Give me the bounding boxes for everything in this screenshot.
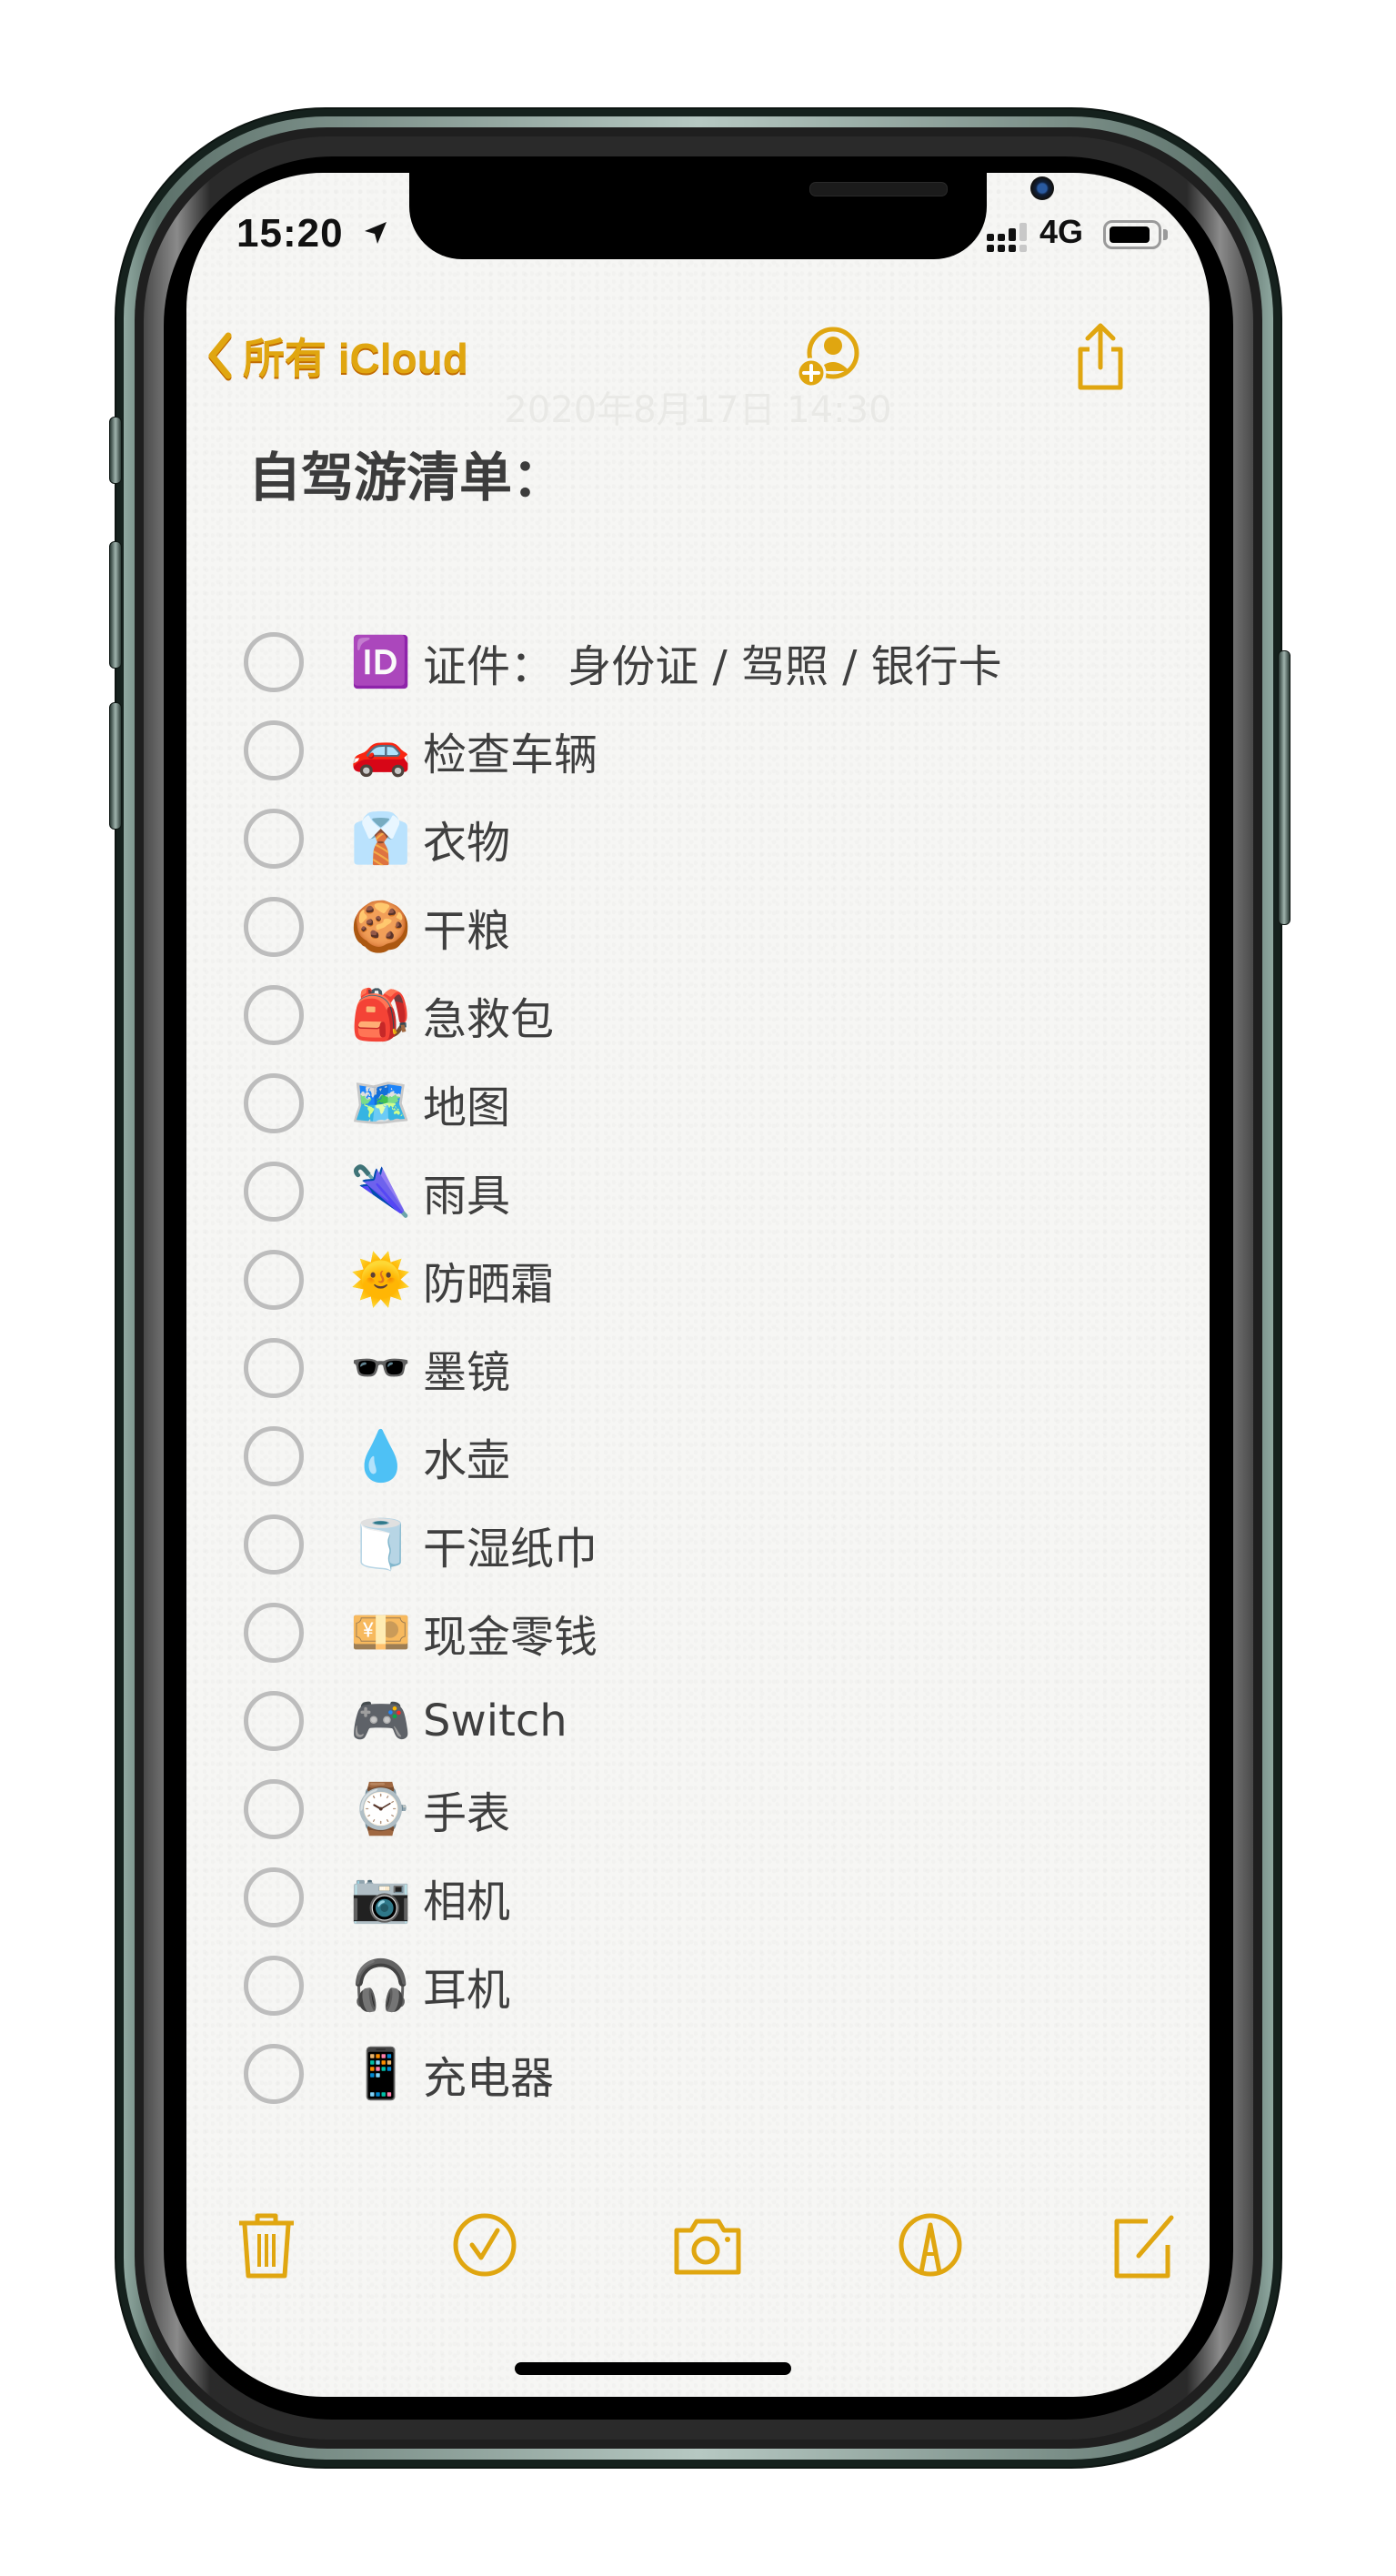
checklist-item: 👔 衣物 (186, 795, 1210, 882)
checklist-item-text[interactable]: 干湿纸巾 (423, 1513, 598, 1576)
checklist-item: 🆔 证件： 身份证 / 驾照 / 银行卡 (186, 619, 1210, 706)
power-button (1278, 650, 1291, 925)
cookie-icon: 🍪 (350, 898, 412, 955)
volume-down-button (109, 702, 122, 830)
checklist-checkbox[interactable] (244, 1956, 304, 2016)
checklist-checkbox[interactable] (244, 1162, 304, 1222)
checklist-checkbox[interactable] (244, 897, 304, 957)
battery-cap (1163, 229, 1168, 240)
back-button[interactable]: 所有 iCloud (206, 326, 468, 386)
checklist-checkbox[interactable] (244, 1514, 304, 1575)
checklist-item: 🍪 干粮 (186, 883, 1210, 971)
watch-icon: ⌚ (350, 1780, 412, 1837)
checklist-item: 🕶️ 墨镜 (186, 1324, 1210, 1412)
checklist-item: 📱 充电器 (186, 2030, 1210, 2118)
volume-up-button (109, 541, 122, 669)
checklist-item-text[interactable]: 现金零钱 (423, 1601, 598, 1665)
checklist-item-text[interactable]: 水壶 (423, 1424, 510, 1488)
speaker-grille (809, 182, 948, 196)
checklist-item-text[interactable]: 墨镜 (423, 1336, 510, 1400)
game-controller-icon: 🎮 (350, 1692, 412, 1749)
checklist-checkbox[interactable] (244, 1779, 304, 1839)
checklist-item: 🎒 急救包 (186, 971, 1210, 1059)
checklist-checkbox[interactable] (244, 1338, 304, 1398)
status-time: 15:20 (236, 211, 344, 256)
checklist-item: 🎧 耳机 (186, 1942, 1210, 2029)
markup-icon[interactable] (894, 2209, 967, 2281)
checklist-item: 💧 水壶 (186, 1413, 1210, 1500)
checklist-item: 🗺️ 地图 (186, 1060, 1210, 1147)
checklist-item: 📷 相机 (186, 1854, 1210, 1941)
checklist-item-text[interactable]: 雨具 (423, 1160, 510, 1223)
checklist-checkbox[interactable] (244, 1250, 304, 1310)
umbrella-icon: 🌂 (350, 1162, 412, 1220)
front-camera (1030, 176, 1054, 200)
yen-banknote-icon: 💴 (350, 1604, 412, 1661)
checklist-checkbox[interactable] (244, 2044, 304, 2104)
note-title[interactable]: 自驾游清单： (248, 435, 565, 511)
checklist-item-text[interactable]: 检查车辆 (423, 719, 598, 782)
checklist-item-text[interactable]: 衣物 (423, 807, 510, 870)
compose-icon[interactable] (1108, 2209, 1180, 2281)
silent-switch (109, 417, 122, 484)
checklist-checkbox[interactable] (244, 1426, 304, 1486)
battery-icon (1103, 220, 1161, 249)
checklist-item-text[interactable]: 相机 (423, 1866, 510, 1929)
camera-icon: 📷 (350, 1868, 412, 1926)
camera-icon[interactable] (671, 2209, 744, 2281)
location-arrow-icon (365, 222, 387, 244)
checklist-checkbox[interactable] (244, 1603, 304, 1663)
droplet-icon: 💧 (350, 1427, 412, 1484)
chevron-left-icon (208, 332, 232, 381)
car-icon: 🚗 (350, 721, 412, 779)
checklist-item-text[interactable]: 充电器 (423, 2042, 554, 2106)
checklist-item-text[interactable]: 急救包 (423, 983, 554, 1047)
checklist-item-text[interactable]: Switch (423, 1696, 567, 1746)
checklist-checkbox[interactable] (244, 632, 304, 692)
trash-icon[interactable] (230, 2209, 303, 2281)
checklist-item: 🧻 干湿纸巾 (186, 1501, 1210, 1588)
world-map-icon: 🗺️ (350, 1074, 412, 1132)
sun-face-icon: 🌞 (350, 1251, 412, 1308)
checklist-item: 🚗 检查车辆 (186, 707, 1210, 794)
cellular-signal-icon (987, 223, 1027, 252)
checklist-item-text[interactable]: 耳机 (423, 1954, 510, 2018)
back-label: 所有 iCloud (243, 335, 468, 382)
checklist-checkbox[interactable] (244, 1867, 304, 1927)
sunglasses-icon: 🕶️ (350, 1339, 412, 1396)
mobile-phone-icon: 📱 (350, 2045, 412, 2102)
checklist-item: 🎮 Switch (186, 1677, 1210, 1765)
home-indicator[interactable] (515, 2362, 791, 2375)
toilet-paper-icon: 🧻 (350, 1515, 412, 1573)
checklist-item-text[interactable]: 手表 (423, 1777, 510, 1841)
checklist-checkbox[interactable] (244, 809, 304, 869)
checklist-item-text[interactable]: 地图 (423, 1072, 510, 1135)
checklist-icon[interactable] (448, 2209, 521, 2281)
checklist-item: ⌚ 手表 (186, 1766, 1210, 1853)
note-date: 2020年8月17日 14:30 (504, 389, 892, 431)
screen: 15:20 4G 所有 iCloud 2020年8月17日 14:30 自驾游清… (186, 173, 1210, 2397)
checklist-item: 🌞 防晒霜 (186, 1236, 1210, 1323)
shirt-tie-icon: 👔 (350, 810, 412, 867)
checklist-item-text[interactable]: 防晒霜 (423, 1248, 554, 1312)
checklist-checkbox[interactable] (244, 1691, 304, 1751)
checklist-item-text[interactable]: 证件： 身份证 / 驾照 / 银行卡 (423, 630, 1002, 694)
network-type: 4G (1039, 213, 1084, 250)
id-icon: 🆔 (350, 633, 412, 690)
checklist-item-text[interactable]: 干粮 (423, 895, 510, 959)
checklist-item: 💴 现金零钱 (186, 1589, 1210, 1676)
checklist-checkbox[interactable] (244, 1073, 304, 1133)
checklist-checkbox[interactable] (244, 985, 304, 1045)
notch (409, 173, 1054, 259)
checklist-checkbox[interactable] (244, 720, 304, 780)
headphones-icon: 🎧 (350, 1957, 412, 2014)
backpack-icon: 🎒 (350, 986, 412, 1043)
checklist-item: 🌂 雨具 (186, 1148, 1210, 1235)
